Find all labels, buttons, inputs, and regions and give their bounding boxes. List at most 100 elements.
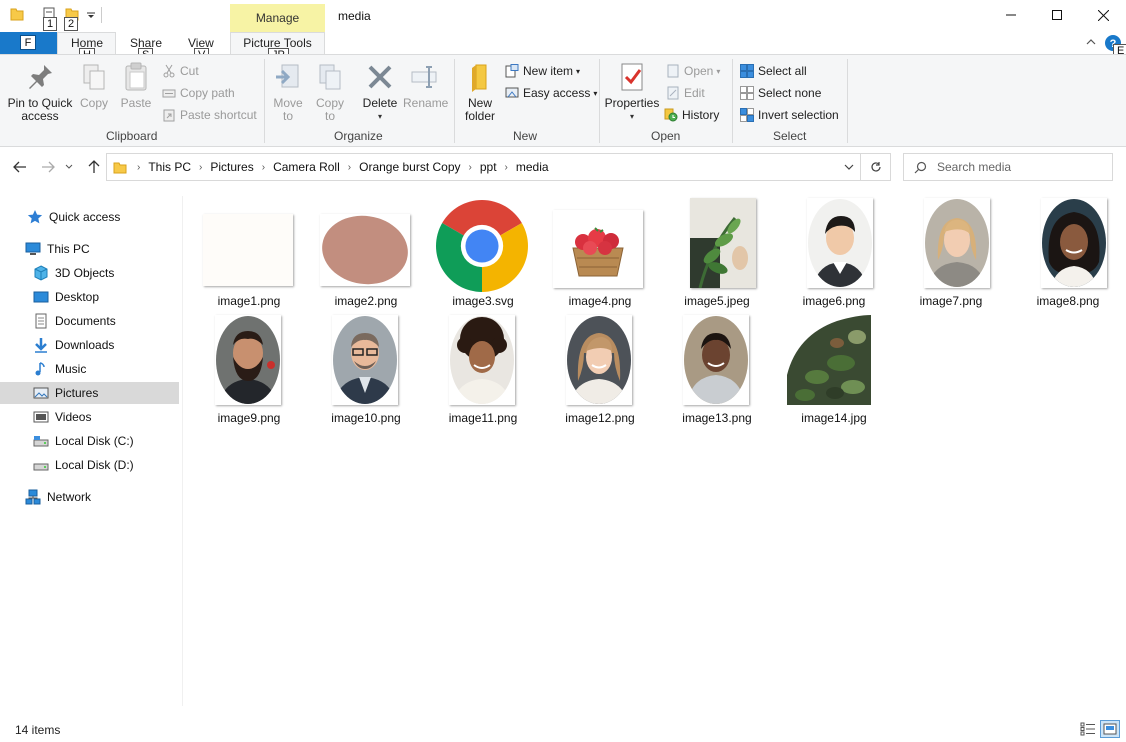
sidebar-item-network[interactable]: Network [0,486,179,508]
breadcrumb-chevron-icon[interactable]: › [348,162,351,173]
refresh-button[interactable] [861,153,891,181]
file-item-image7[interactable]: image7.png [892,192,1002,310]
delete-button[interactable]: Delete ▾ [360,61,400,123]
edit-button[interactable]: Edit [666,83,705,103]
open-button[interactable]: Open ▾ [666,61,720,81]
sidebar-item-3d-objects[interactable]: 3D Objects [0,262,179,284]
maximize-button[interactable] [1034,0,1080,30]
copy-to-button[interactable]: Copy to [312,61,348,123]
thumbnail [553,315,645,407]
properties-button[interactable]: Properties ▾ [604,61,660,123]
copy-button[interactable]: Copy [76,61,112,110]
breadcrumb-chevron-icon[interactable]: › [262,162,265,173]
paste-shortcut-button[interactable]: Paste shortcut [162,105,257,125]
recent-locations-button[interactable] [62,157,76,177]
address-dropdown-icon[interactable] [844,160,854,174]
up-button[interactable] [84,157,104,177]
file-item-image2[interactable]: image2.png [307,192,417,310]
sidebar-item-local-disk-d[interactable]: Local Disk (D:) [0,454,179,476]
properties-dropdown-icon: ▾ [629,112,634,121]
file-item-image1[interactable]: image1.png [190,192,300,310]
move-to-button[interactable]: Move to [270,61,306,123]
status-bar: 14 items [0,716,1126,742]
breadcrumb-this-pc[interactable]: This PC [148,160,191,174]
file-name: image3.svg [452,294,514,308]
sidebar-item-documents[interactable]: Documents [0,310,179,332]
thumbnail-frame [807,198,873,288]
breadcrumb-camera-roll[interactable]: Camera Roll [273,160,340,174]
file-item-image10[interactable]: image10.png [307,309,417,427]
copy-path-button[interactable]: Copy path [162,83,235,103]
sidebar-item-label: Videos [55,410,92,424]
sidebar-item-local-disk-c[interactable]: Local Disk (C:) [0,430,179,452]
back-button[interactable] [10,157,30,177]
file-item-image9[interactable]: image9.png [190,309,300,427]
select-none-button[interactable]: Select none [740,83,821,103]
history-button[interactable]: History [664,105,719,125]
large-icons-view-button[interactable] [1100,720,1120,738]
search-box[interactable] [903,153,1113,181]
select-all-button[interactable]: Select all [740,61,807,81]
search-input[interactable] [937,160,1097,174]
sidebar-item-videos[interactable]: Videos [0,406,179,428]
move-to-icon [276,64,299,88]
breadcrumb-chevron-icon[interactable]: › [505,162,508,173]
select-all-label: Select all [758,64,807,78]
cut-label: Cut [180,64,199,78]
thumbnail [553,198,645,290]
details-view-button[interactable] [1078,720,1098,738]
new-item-label: New item [523,64,574,78]
breadcrumb-chevron-icon[interactable]: › [137,162,140,173]
new-folder-icon [472,64,487,92]
manage-context-tab[interactable]: Manage [230,4,325,32]
details-view-icon [1080,722,1095,736]
sidebar-item-label: Desktop [55,290,100,304]
file-item-image5[interactable]: image5.jpeg [658,192,768,310]
file-item-image8[interactable]: image8.png [1009,192,1119,310]
invert-selection-button[interactable]: Invert selection [740,105,839,125]
breadcrumb-orange-burst-copy[interactable]: Orange burst Copy [359,160,460,174]
close-button[interactable] [1080,0,1126,30]
file-item-image6[interactable]: image6.png [775,192,885,310]
sidebar-item-music[interactable]: Music [0,358,179,380]
file-item-image13[interactable]: image13.png [658,309,768,427]
file-name: image5.jpeg [684,294,750,308]
file-tab[interactable]: F [0,32,57,54]
ribbon-separator [454,59,455,143]
breadcrumb-ppt[interactable]: ppt [480,160,497,174]
breadcrumb-pictures[interactable]: Pictures [210,160,253,174]
open-group-label: Open [651,129,681,143]
sidebar-item-pictures[interactable]: Pictures [0,382,179,404]
sidebar-item-this-pc[interactable]: This PC [0,238,179,260]
rename-button[interactable]: Rename [403,61,448,110]
thumbnail [1021,198,1113,290]
file-item-image3[interactable]: image3.svg [424,192,534,310]
new-item-button[interactable]: New item ▾ [505,61,580,81]
file-item-image4[interactable]: image4.png [541,192,651,310]
cut-button[interactable]: Cut [162,61,199,81]
breadcrumb-chevron-icon[interactable]: › [199,162,202,173]
file-item-image11[interactable]: image11.png [424,309,534,427]
portrait-photo-icon [450,316,514,404]
thumbnail-frame [1041,198,1107,288]
address-bar[interactable]: › This PC › Pictures › Camera Roll › Ora… [106,153,861,181]
navigation-pane: Quick access This PC 3D Objects Desktop … [0,196,182,706]
sidebar-item-quick-access[interactable]: Quick access [0,206,179,228]
select-all-icon [740,64,754,78]
file-item-image12[interactable]: image12.png [541,309,651,427]
breadcrumb-media[interactable]: media [516,160,549,174]
file-item-image14[interactable]: image14.jpg [775,309,885,427]
paste-button[interactable]: Paste [118,61,154,110]
forward-button[interactable] [38,157,58,177]
minimize-button[interactable] [988,0,1034,30]
thumbnail-frame [566,315,632,405]
customize-toolbar-icon[interactable] [86,12,96,20]
pin-to-quick-access-button[interactable]: Pin to Quick access [6,61,74,123]
breadcrumb-chevron-icon[interactable]: › [469,162,472,173]
collapse-ribbon-icon[interactable] [1086,38,1096,46]
new-folder-button[interactable]: New folder [460,61,500,123]
sidebar-item-downloads[interactable]: Downloads [0,334,179,356]
sidebar-item-desktop[interactable]: Desktop [0,286,179,308]
copy-icon [83,64,105,90]
easy-access-button[interactable]: Easy access ▾ [505,83,597,103]
